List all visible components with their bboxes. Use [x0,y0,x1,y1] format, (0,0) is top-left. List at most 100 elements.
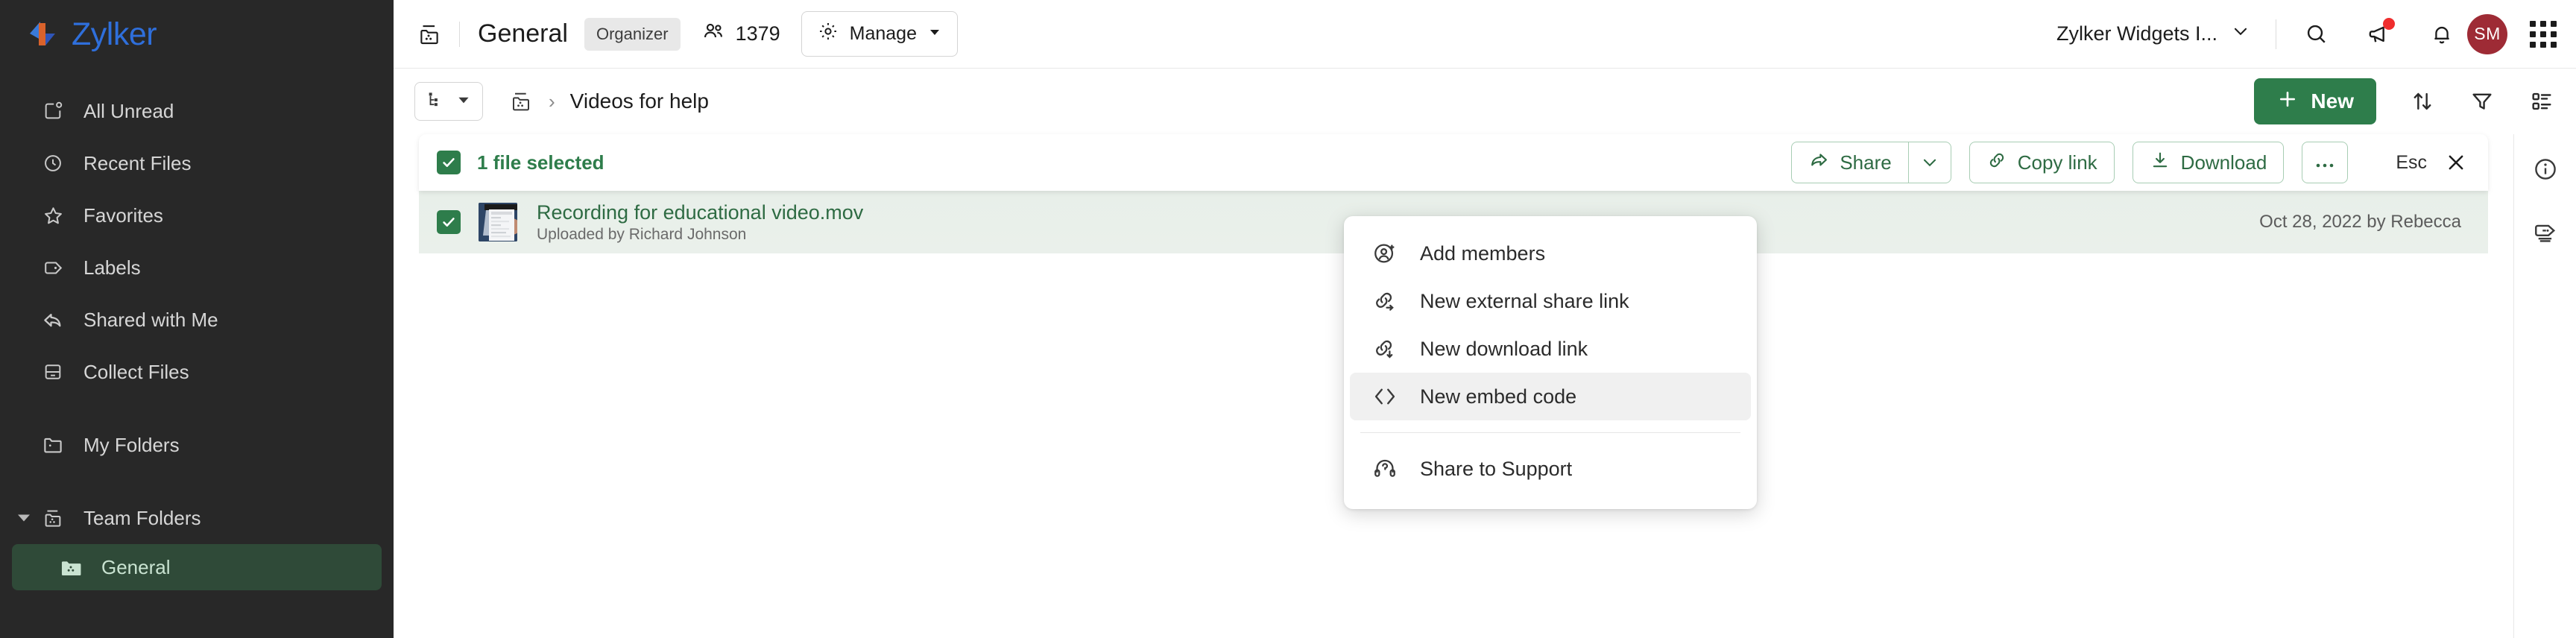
breadcrumb-current[interactable]: Videos for help [570,89,709,113]
share-dropdown-toggle[interactable] [1908,142,1951,183]
breadcrumb-separator: › [549,90,555,113]
more-actions-button[interactable] [2302,142,2348,183]
members-count-value: 1379 [736,22,780,45]
avatar[interactable]: SM [2467,14,2507,54]
breadcrumb: › Videos for help [508,89,709,114]
file-name[interactable]: Recording for educational video.mov [537,201,863,224]
copy-link-button[interactable]: Copy link [1969,142,2115,183]
megaphone-icon[interactable] [2364,19,2394,49]
share-button[interactable]: Share [1791,142,1907,183]
manage-button[interactable]: Manage [801,11,958,57]
caret-down-icon[interactable] [18,515,30,522]
sidebar-item-label: Recent Files [83,152,192,175]
tag-icon [42,256,64,279]
caret-down-icon [927,23,942,45]
share-split-button: Share [1791,142,1951,183]
info-icon[interactable] [2530,154,2561,185]
sidebar-item-labels[interactable]: Labels [0,241,394,294]
sidebar-item-my-folders[interactable]: My Folders [0,419,394,471]
tree-view-button[interactable] [414,82,483,121]
link-icon [1986,150,2007,176]
menu-item-label: Add members [1420,242,1545,265]
nav-spacer [0,471,394,492]
bell-icon[interactable] [2427,19,2457,49]
sidebar-item-all-unread[interactable]: All Unread [0,85,394,137]
divider [459,22,460,47]
list-view-icon[interactable] [2527,86,2557,116]
file-modified: Oct 28, 2022 by Rebecca [2259,212,2461,233]
share-arrow-icon [1808,150,1829,176]
copy-link-label: Copy link [2018,151,2097,174]
top-bar: General Organizer 1379 [394,0,2576,69]
add-member-icon [1371,239,1399,268]
view-controls [2408,86,2557,116]
menu-item-new-download-link[interactable]: New download link [1350,325,1751,373]
sidebar: Zylker All Unread Recent Files [0,0,394,638]
sidebar-item-general[interactable]: General [12,544,382,590]
people-icon [701,19,725,48]
new-button[interactable]: New [2254,78,2376,124]
sidebar-item-collect-files[interactable]: Collect Files [0,346,394,398]
file-meta: Recording for educational video.mov Uplo… [537,201,863,244]
org-name: Zylker Widgets I... [2056,22,2217,45]
breadcrumb-bar: › Videos for help New [394,69,2576,134]
grid-apps-icon[interactable] [2530,21,2557,48]
sidebar-item-favorites[interactable]: Favorites [0,189,394,241]
manage-label: Manage [850,23,917,45]
menu-item-new-external-share-link[interactable]: New external share link [1350,277,1751,325]
members-count[interactable]: 1379 [701,19,780,48]
download-button[interactable]: Download [2133,142,2285,183]
zylker-logo-icon [25,17,60,51]
inbox-icon [42,361,64,383]
close-icon[interactable] [2443,150,2469,175]
esc-label: Esc [2396,152,2427,174]
menu-item-new-embed-code[interactable]: New embed code [1350,373,1751,420]
unread-icon [42,100,64,122]
team-folder-icon [42,507,64,529]
team-folder-icon [416,21,443,48]
filter-icon[interactable] [2467,86,2497,116]
caret-down-icon [455,92,472,112]
menu-item-share-to-support[interactable]: Share to Support [1350,445,1751,493]
share-arrow-icon [42,309,64,331]
menu-item-label: New external share link [1420,290,1629,313]
esc-close-group: Esc [2396,150,2469,175]
sidebar-item-team-folders[interactable]: Team Folders [0,492,394,544]
menu-divider [1360,432,1740,433]
select-all-checkbox[interactable] [437,151,461,174]
download-label: Download [2181,151,2267,174]
brand[interactable]: Zylker [0,0,394,69]
main-area: General Organizer 1379 [394,0,2576,638]
code-brackets-icon [1371,382,1399,411]
org-switcher[interactable]: Zylker Widgets I... [2056,22,2250,46]
folder-icon [42,434,64,456]
share-button-label: Share [1840,151,1891,174]
star-icon [42,204,64,227]
video-thumbnail [479,203,517,241]
topbar-icons [2302,19,2457,49]
row-checkbox[interactable] [437,210,461,234]
sort-icon[interactable] [2408,86,2437,116]
tree-view-icon [426,89,446,114]
sidebar-item-recent-files[interactable]: Recent Files [0,137,394,189]
download-icon [2150,150,2171,176]
sidebar-item-label: Favorites [83,204,163,227]
headset-icon [1371,455,1399,483]
brand-name: Zylker [72,16,157,53]
sidebar-item-shared-with-me[interactable]: Shared with Me [0,294,394,346]
file-uploader: Uploaded by Richard Johnson [537,226,863,244]
sidebar-item-label: Shared with Me [83,309,218,332]
notification-dot [2383,18,2395,30]
right-rail [2513,134,2576,638]
menu-item-add-members[interactable]: Add members [1350,230,1751,277]
tag-stack-icon[interactable] [2530,216,2561,247]
ellipsis-icon [2314,151,2335,174]
selection-status: 1 file selected [477,151,604,174]
page-title: General [478,19,568,48]
sidebar-item-label: Collect Files [83,361,189,384]
breadcrumb-root-icon[interactable] [508,89,534,114]
selection-toolbar: 1 file selected Share [419,134,2488,191]
search-icon[interactable] [2302,19,2332,49]
nav-spacer [0,398,394,419]
menu-item-label: New download link [1420,338,1588,361]
